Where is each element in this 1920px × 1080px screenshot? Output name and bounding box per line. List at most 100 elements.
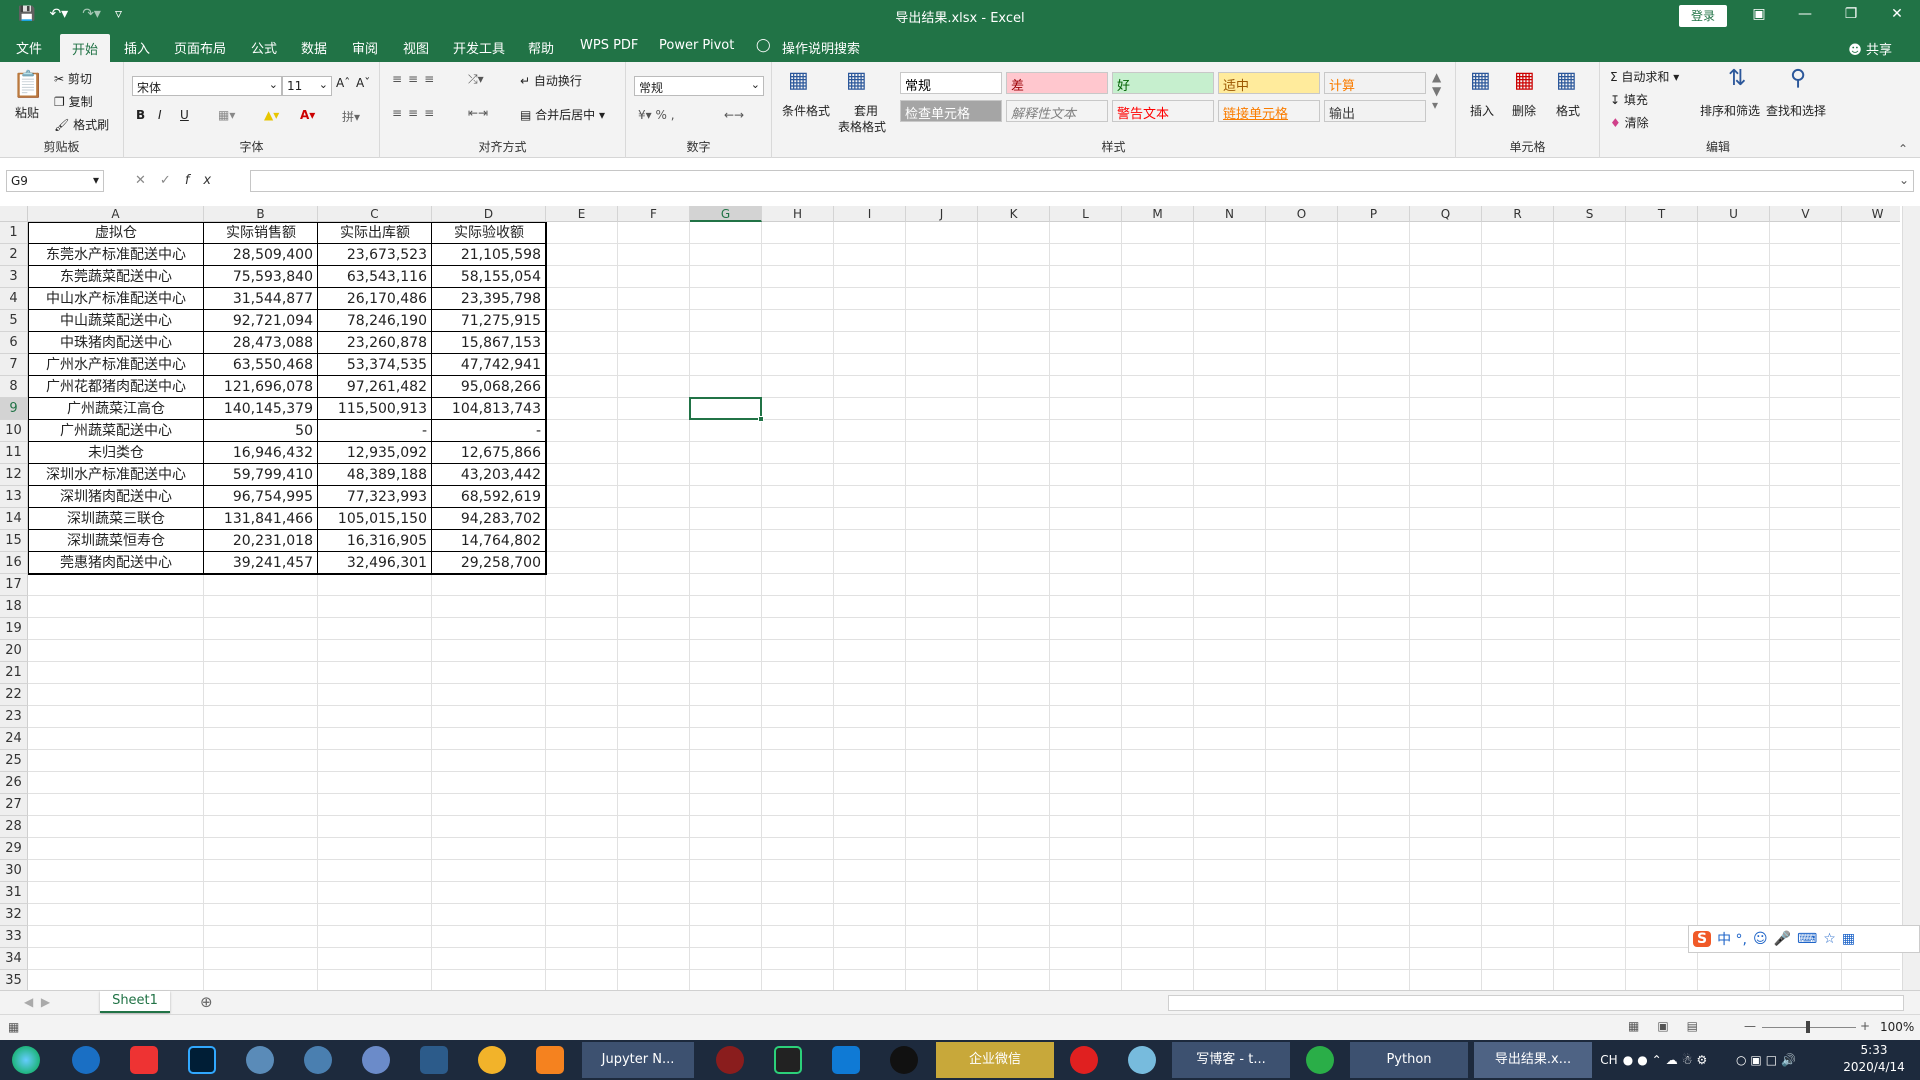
worksheet-grid[interactable]: A B C D E F G H I J K L M N O P Q R S T U V W 1 2 3 4 5 6 7 8 9 10 11 12 13… <box>0 206 1900 990</box>
add-sheet-icon[interactable]: ⊕ <box>200 993 213 1011</box>
row-header[interactable]: 21 <box>0 662 28 684</box>
table-cell[interactable]: 15,867,153 <box>432 332 546 354</box>
formula-input[interactable]: ⌄ <box>250 170 1914 192</box>
taskbar-python-folder[interactable]: Python <box>1350 1042 1468 1078</box>
tab-page-layout[interactable]: 页面布局 <box>174 38 226 57</box>
netease-icon[interactable] <box>1070 1046 1098 1074</box>
column-header[interactable]: C <box>318 206 432 222</box>
row-header[interactable]: 4 <box>0 288 28 310</box>
table-cell[interactable]: 20,231,018 <box>204 530 318 552</box>
table-cell[interactable]: 59,799,410 <box>204 464 318 486</box>
taskbar-excel[interactable]: 导出结果.x... <box>1474 1042 1592 1078</box>
table-cell[interactable]: 28,509,400 <box>204 244 318 266</box>
style-linked-cell[interactable]: 链接单元格 <box>1218 100 1320 122</box>
insert-cells-icon[interactable]: ▦ <box>1470 68 1491 93</box>
merge-center-button[interactable]: ▤ 合并后居中 ▾ <box>520 106 605 123</box>
column-header[interactable]: S <box>1554 206 1626 222</box>
row-header[interactable]: 25 <box>0 750 28 772</box>
row-header[interactable]: 3 <box>0 266 28 288</box>
column-header[interactable]: G <box>690 206 762 222</box>
table-cell[interactable]: 39,241,457 <box>204 552 318 574</box>
table-cell[interactable]: 121,696,078 <box>204 376 318 398</box>
zoom-level[interactable]: 100% <box>1880 1020 1914 1034</box>
start-icon[interactable] <box>12 1046 40 1074</box>
row-header[interactable]: 35 <box>0 970 28 990</box>
table-header-cell[interactable]: 实际销售额 <box>204 222 318 244</box>
table-cell[interactable]: 未归类仓 <box>28 442 204 464</box>
table-cell[interactable]: 92,721,094 <box>204 310 318 332</box>
table-cell[interactable]: 中山蔬菜配送中心 <box>28 310 204 332</box>
wrap-text-button[interactable]: ↵ 自动换行 <box>520 72 582 89</box>
table-cell[interactable]: 58,155,054 <box>432 266 546 288</box>
style-calculation[interactable]: 计算 <box>1324 72 1426 94</box>
table-cell[interactable]: 深圳水产标准配送中心 <box>28 464 204 486</box>
mic-icon[interactable]: 🎤 <box>1774 931 1791 947</box>
table-cell[interactable]: 32,496,301 <box>318 552 432 574</box>
table-cell[interactable]: 97,261,482 <box>318 376 432 398</box>
collapse-ribbon-icon[interactable]: ⌃ <box>1898 142 1908 156</box>
insert-cells-button[interactable]: 插入 <box>1470 102 1494 119</box>
cancel-icon[interactable]: ✕ <box>135 173 160 188</box>
row-header[interactable]: 24 <box>0 728 28 750</box>
photoshop-icon[interactable] <box>188 1046 216 1074</box>
photo-app-icon[interactable] <box>716 1046 744 1074</box>
table-cell[interactable]: 广州蔬菜江高仓 <box>28 398 204 420</box>
style-explanatory[interactable]: 解释性文本 <box>1006 100 1108 122</box>
shrink-font-icon[interactable]: Aˇ <box>356 76 370 90</box>
column-header[interactable]: M <box>1122 206 1194 222</box>
table-cell[interactable]: 莞惠猪肉配送中心 <box>28 552 204 574</box>
format-table-label1[interactable]: 套用 <box>854 102 878 119</box>
table-cell[interactable]: 28,473,088 <box>204 332 318 354</box>
sublime-icon[interactable] <box>536 1046 564 1074</box>
row-header[interactable]: 20 <box>0 640 28 662</box>
fill-color-icon[interactable]: ▲▾ <box>264 108 279 122</box>
decimal-icons[interactable]: ←→ <box>724 108 744 122</box>
table-cell[interactable]: 深圳蔬菜三联仓 <box>28 508 204 530</box>
paste-button[interactable]: 粘贴 <box>15 104 39 121</box>
row-header[interactable]: 6 <box>0 332 28 354</box>
row-header[interactable]: 12 <box>0 464 28 486</box>
row-header[interactable]: 1 <box>0 222 28 244</box>
ribbon-display-icon[interactable]: ▣ <box>1736 6 1782 22</box>
tab-insert[interactable]: 插入 <box>124 38 150 57</box>
tell-me-search[interactable]: 操作说明搜索 <box>782 38 860 57</box>
fx-icon[interactable]: fx <box>185 173 225 188</box>
vscode-icon[interactable] <box>832 1046 860 1074</box>
format-table-label2[interactable]: 表格格式 <box>838 118 886 135</box>
bold-button[interactable]: B <box>136 108 145 122</box>
taskbar-jupyter[interactable]: Jupyter N... <box>582 1042 694 1078</box>
column-header[interactable]: J <box>906 206 978 222</box>
table-cell[interactable]: - <box>432 420 546 442</box>
row-header[interactable]: 11 <box>0 442 28 464</box>
column-header[interactable]: I <box>834 206 906 222</box>
italic-button[interactable]: I <box>158 108 162 122</box>
table-cell[interactable]: 广州蔬菜配送中心 <box>28 420 204 442</box>
sheet-nav-icons[interactable]: ◀ ▶ <box>24 995 50 1009</box>
table-cell[interactable]: 广州水产标准配送中心 <box>28 354 204 376</box>
table-cell[interactable]: 21,105,598 <box>432 244 546 266</box>
column-header[interactable]: H <box>762 206 834 222</box>
fill-handle[interactable] <box>758 416 764 422</box>
row-header[interactable]: 29 <box>0 838 28 860</box>
table-cell[interactable]: 16,946,432 <box>204 442 318 464</box>
style-neutral[interactable]: 适中 <box>1218 72 1320 94</box>
mathtype-icon[interactable] <box>246 1046 274 1074</box>
row-header[interactable]: 26 <box>0 772 28 794</box>
indent-icons[interactable]: ⇤⇥ <box>468 106 488 120</box>
ime-mode[interactable]: 中 °, <box>1717 929 1747 949</box>
table-cell[interactable]: 23,673,523 <box>318 244 432 266</box>
table-cell[interactable]: 47,742,941 <box>432 354 546 376</box>
row-header[interactable]: 14 <box>0 508 28 530</box>
select-all-corner[interactable] <box>0 206 28 222</box>
table-cell[interactable]: 东莞蔬菜配送中心 <box>28 266 204 288</box>
login-button[interactable]: 登录 <box>1679 5 1727 27</box>
table-cell[interactable]: 115,500,913 <box>318 398 432 420</box>
minimize-button[interactable]: — <box>1782 6 1828 22</box>
table-cell[interactable]: 16,316,905 <box>318 530 432 552</box>
delete-cells-icon[interactable]: ▦ <box>1514 68 1535 93</box>
style-normal[interactable]: 常规 <box>900 72 1002 94</box>
row-header[interactable]: 13 <box>0 486 28 508</box>
taskbar-chrome[interactable]: 写博客 - t... <box>1172 1042 1290 1078</box>
tab-formulas[interactable]: 公式 <box>251 38 277 57</box>
app-icon[interactable] <box>478 1046 506 1074</box>
